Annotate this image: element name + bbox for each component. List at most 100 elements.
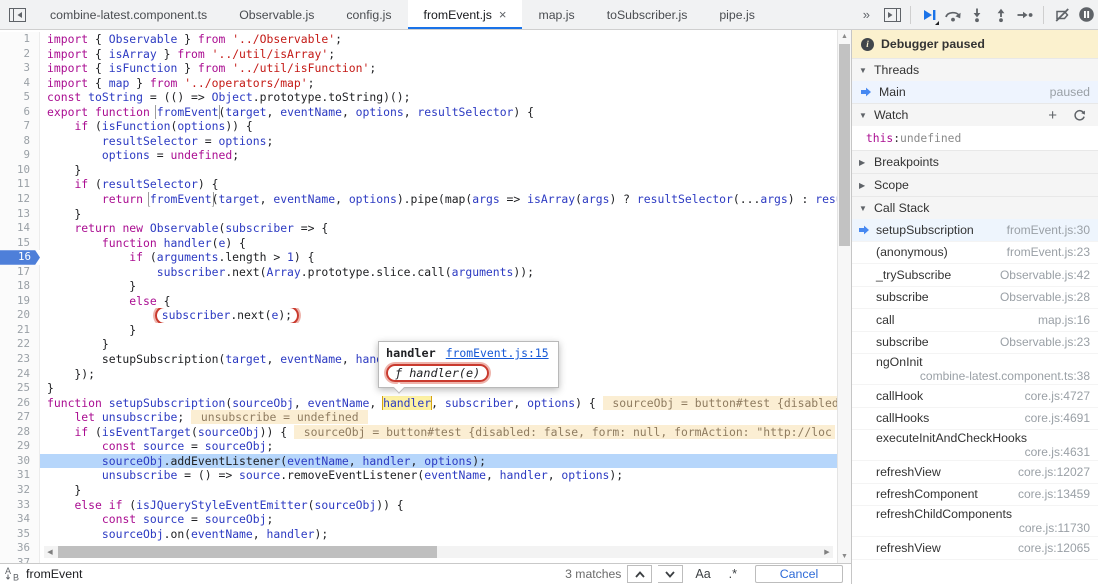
file-tab-pipe.js[interactable]: pipe.js [703, 0, 771, 29]
line-number[interactable]: 8 [0, 133, 40, 149]
line-number[interactable]: 27 [0, 410, 40, 425]
vertical-scrollbar[interactable]: ▲ ▼ [837, 30, 851, 563]
scroll-right-arrow-icon[interactable]: ▶ [821, 546, 833, 558]
callstack-frame-refreshView[interactable]: refreshView core.js:12027 [852, 461, 1098, 484]
match-case-toggle[interactable]: Aa [689, 567, 716, 581]
line-number[interactable]: 3 [0, 61, 40, 76]
line-number[interactable]: 28 [0, 424, 40, 440]
section-header-threads[interactable]: ▼ Threads [852, 58, 1098, 81]
file-tab-toSubscriber.js[interactable]: toSubscriber.js [591, 0, 704, 29]
popup-source-link[interactable]: fromEvent.js:15 [446, 345, 549, 362]
line-number[interactable]: 37 [0, 555, 40, 563]
step-over-button[interactable] [941, 3, 965, 27]
callstack-frame-subscribe[interactable]: subscribe Observable.js:23 [852, 332, 1098, 354]
line-number[interactable]: 22 [0, 337, 40, 353]
pause-on-exceptions-button[interactable] [1074, 3, 1098, 27]
line-number[interactable]: 33 [0, 497, 40, 513]
thread-row-main[interactable]: Main paused [852, 81, 1098, 103]
line-number[interactable]: 21 [0, 322, 40, 338]
scroll-left-arrow-icon[interactable]: ◀ [44, 546, 56, 558]
line-number[interactable]: 15 [0, 235, 40, 251]
section-header-breakpoints[interactable]: ▶ Breakpoints [852, 150, 1098, 173]
line-number[interactable]: 23 [0, 352, 40, 367]
line-number[interactable]: 34 [0, 512, 40, 527]
horizontal-scroll-thumb[interactable] [58, 546, 437, 558]
scroll-down-arrow-icon[interactable]: ▼ [838, 550, 851, 563]
callstack-frame-callHooks[interactable]: callHooks core.js:4691 [852, 408, 1098, 430]
horizontal-scrollbar[interactable]: ◀ ▶ [44, 546, 833, 558]
line-number[interactable]: 6 [0, 104, 40, 120]
line-number[interactable]: 30 [0, 453, 40, 469]
line-number[interactable]: 2 [0, 46, 40, 62]
more-tabs-chevron[interactable]: » [853, 0, 880, 29]
callstack-frame-_trySubscribe[interactable]: _trySubscribe Observable.js:42 [852, 264, 1098, 287]
step-into-button[interactable] [965, 3, 989, 27]
collapse-triangle-icon[interactable]: ▼ [859, 111, 868, 120]
tab-close-icon[interactable]: × [499, 8, 507, 21]
section-header-callstack[interactable]: ▼ Call Stack [852, 196, 1098, 219]
line-number[interactable]: 25 [0, 381, 40, 396]
file-tab-map.js[interactable]: map.js [522, 0, 590, 29]
line-number[interactable]: 12 [0, 192, 40, 207]
line-number[interactable]: 31 [0, 468, 40, 483]
line-number[interactable]: 7 [0, 119, 40, 134]
scroll-up-arrow-icon[interactable]: ▲ [838, 30, 851, 43]
line-number[interactable]: 18 [0, 279, 40, 294]
section-header-watch[interactable]: ▼ Watch + [852, 103, 1098, 126]
line-number[interactable]: 4 [0, 75, 40, 91]
callstack-frame-(anonymous)[interactable]: (anonymous) fromEvent.js:23 [852, 242, 1098, 264]
callstack-frame-subscribe[interactable]: subscribe Observable.js:28 [852, 287, 1098, 309]
refresh-watch-button[interactable] [1068, 109, 1091, 122]
line-number[interactable]: 36 [0, 541, 40, 556]
callstack-frame-refreshComponent[interactable]: refreshComponent core.js:13459 [852, 484, 1098, 506]
toggle-navigator-sidebar-button[interactable] [0, 0, 34, 29]
vertical-scroll-thumb[interactable] [839, 44, 850, 246]
callstack-frame-callHook[interactable]: callHook core.js:4727 [852, 385, 1098, 408]
callstack-frame-refreshView[interactable]: refreshView core.js:12065 [852, 537, 1098, 560]
line-number[interactable]: 17 [0, 264, 40, 280]
breakpoint-marker[interactable]: 16 [0, 250, 40, 265]
line-number[interactable]: 19 [0, 293, 40, 309]
add-watch-expression-button[interactable]: + [1043, 108, 1062, 123]
step-out-button[interactable] [989, 3, 1013, 27]
collapse-triangle-icon[interactable]: ▶ [859, 158, 868, 167]
file-tab-Observable.js[interactable]: Observable.js [223, 0, 330, 29]
file-tab-fromEvent.js[interactable]: fromEvent.js × [407, 0, 523, 29]
line-number[interactable]: 9 [0, 148, 40, 163]
line-number[interactable]: 20 [0, 308, 40, 323]
line-number[interactable]: 35 [0, 526, 40, 542]
callstack-frame-setupSubscription[interactable]: setupSubscription fromEvent.js:30 [852, 219, 1098, 242]
collapse-triangle-icon[interactable]: ▼ [859, 204, 868, 213]
collapse-triangle-icon[interactable]: ▶ [859, 181, 868, 190]
section-header-scope[interactable]: ▶ Scope [852, 173, 1098, 196]
collapse-triangle-icon[interactable]: ▼ [859, 66, 868, 75]
search-input[interactable] [26, 567, 560, 581]
code-editor[interactable]: 1 import { Observable } from '../Observab… [0, 30, 851, 563]
search-cancel-button[interactable]: Cancel [755, 565, 843, 583]
line-number[interactable]: 24 [0, 366, 40, 382]
step-button[interactable] [1013, 3, 1037, 27]
line-number[interactable]: 10 [0, 162, 40, 178]
line-number[interactable]: 1 [0, 32, 40, 47]
line-number[interactable]: 26 [0, 395, 40, 411]
line-number[interactable]: 13 [0, 206, 40, 222]
watch-expression-row[interactable]: this : undefined [852, 126, 1098, 150]
line-number[interactable]: 11 [0, 177, 40, 193]
search-next-button[interactable] [658, 565, 684, 583]
toggle-debugger-sidebar-button[interactable] [880, 3, 904, 27]
file-tab-config.js[interactable]: config.js [330, 0, 407, 29]
file-tab-combine-latest.component.ts[interactable]: combine-latest.component.ts [34, 0, 223, 29]
regex-toggle[interactable]: .* [723, 567, 743, 581]
deactivate-breakpoints-button[interactable] [1050, 3, 1074, 27]
search-previous-button[interactable] [627, 565, 653, 583]
callstack-frame-call[interactable]: call map.js:16 [852, 309, 1098, 332]
line-number[interactable]: 32 [0, 482, 40, 498]
line-number[interactable]: 29 [0, 439, 40, 454]
line-number[interactable]: 14 [0, 221, 40, 236]
callstack-frame-executeInitAndCheckHooks[interactable]: executeInitAndCheckHooks core.js:4631 [852, 430, 1098, 461]
resume-script-button[interactable] [917, 3, 941, 27]
callstack-frame-ngOnInit[interactable]: ngOnInit combine-latest.component.ts:38 [852, 354, 1098, 385]
line-number[interactable]: 5 [0, 90, 40, 105]
callstack-frame-refreshChildComponents[interactable]: refreshChildComponents core.js:11730 [852, 506, 1098, 537]
